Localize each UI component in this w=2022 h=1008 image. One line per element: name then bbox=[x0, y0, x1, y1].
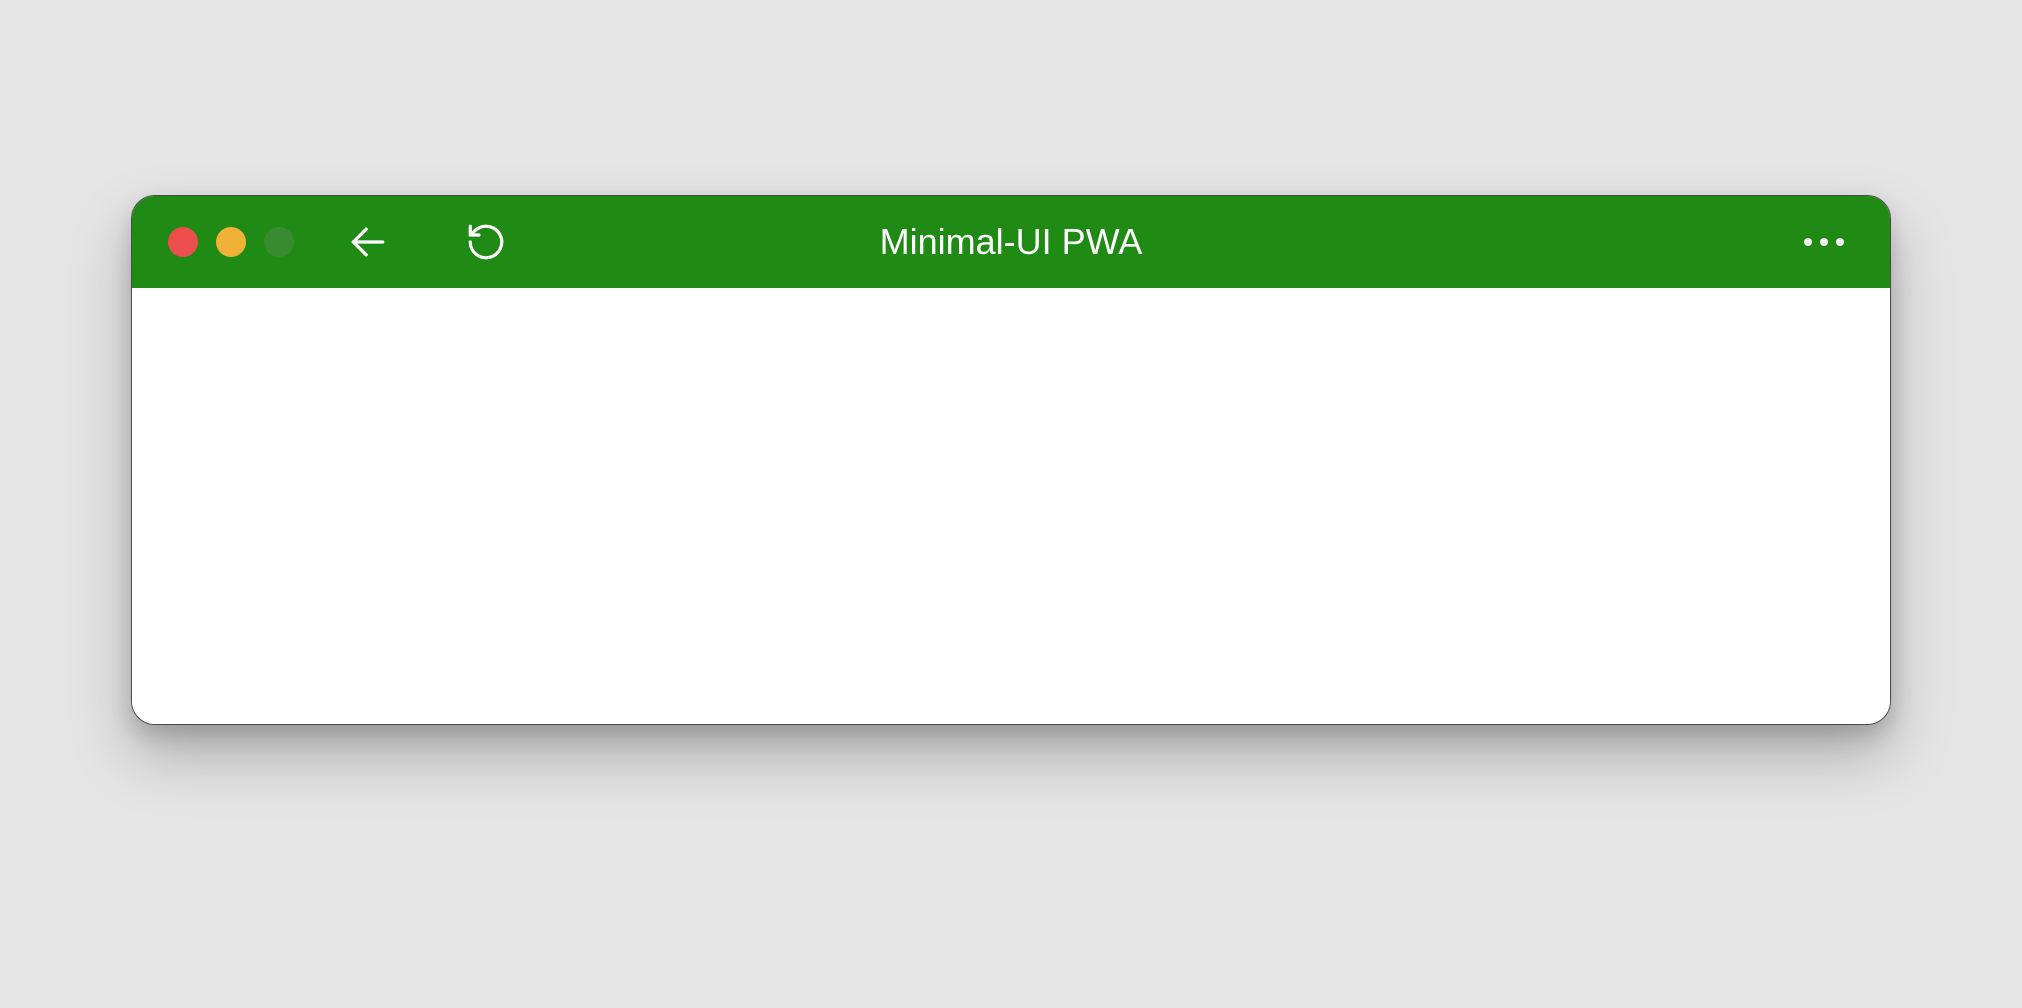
more-horizontal-icon bbox=[1820, 238, 1828, 246]
close-button[interactable] bbox=[168, 227, 198, 257]
more-horizontal-icon bbox=[1836, 238, 1844, 246]
content-area bbox=[132, 288, 1890, 724]
nav-buttons bbox=[344, 218, 510, 266]
more-horizontal-icon bbox=[1804, 238, 1812, 246]
traffic-lights bbox=[168, 227, 294, 257]
reload-button[interactable] bbox=[462, 218, 510, 266]
titlebar: Minimal-UI PWA bbox=[132, 196, 1890, 288]
reload-icon bbox=[465, 221, 507, 263]
back-arrow-icon bbox=[346, 220, 390, 264]
maximize-button[interactable] bbox=[264, 227, 294, 257]
menu-button[interactable] bbox=[1794, 228, 1854, 256]
app-window: Minimal-UI PWA bbox=[131, 195, 1891, 725]
back-button[interactable] bbox=[344, 218, 392, 266]
window-title: Minimal-UI PWA bbox=[880, 221, 1143, 263]
minimize-button[interactable] bbox=[216, 227, 246, 257]
